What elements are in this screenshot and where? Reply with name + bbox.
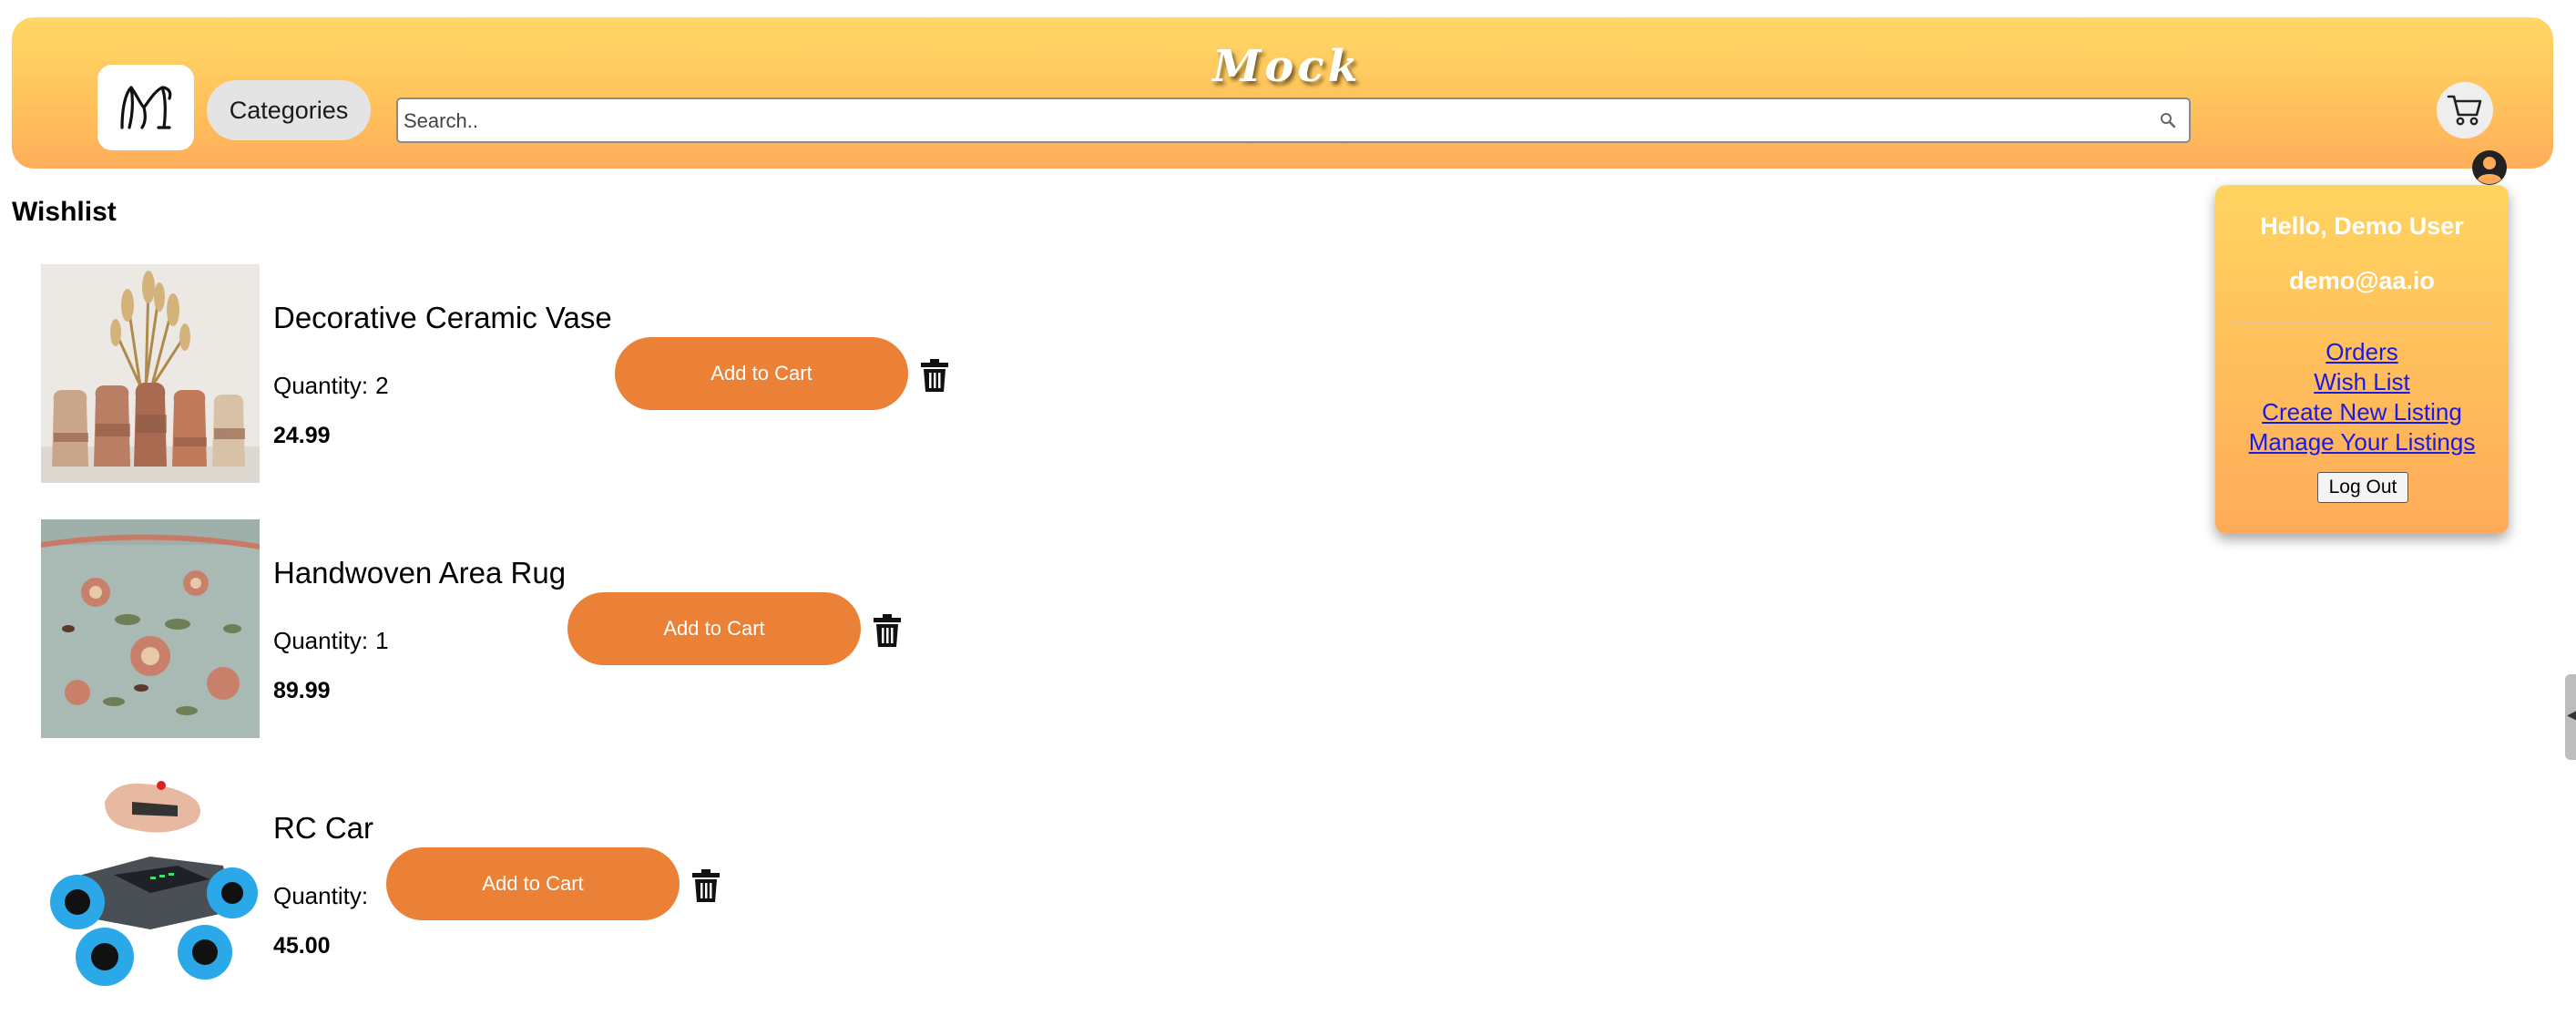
side-panel-handle[interactable]: ◀ xyxy=(2565,674,2576,760)
item-price: 24.99 xyxy=(273,423,331,448)
quantity-value: 2 xyxy=(375,372,389,399)
cart-button[interactable] xyxy=(2437,82,2493,139)
trash-icon[interactable] xyxy=(873,614,902,647)
trash-icon[interactable] xyxy=(691,869,721,902)
wishlist-item: Handwoven Area Rug Quantity: 1 89.99 Add … xyxy=(0,519,1275,738)
trash-icon[interactable] xyxy=(920,359,949,392)
search-icon[interactable] xyxy=(2160,112,2176,128)
wish-list-link[interactable]: Wish List xyxy=(2215,368,2509,396)
categories-button[interactable]: Categories xyxy=(207,80,371,140)
item-quantity: Quantity: xyxy=(273,882,375,910)
add-to-cart-button[interactable]: Add to Cart xyxy=(567,592,861,665)
manage-your-listings-link[interactable]: Manage Your Listings xyxy=(2215,428,2509,457)
menu-divider xyxy=(2232,323,2492,324)
user-circle-icon[interactable] xyxy=(2471,149,2508,186)
add-to-cart-button[interactable]: Add to Cart xyxy=(615,337,908,410)
item-name[interactable]: Handwoven Area Rug xyxy=(273,556,566,590)
create-new-listing-link[interactable]: Create New Listing xyxy=(2215,398,2509,426)
item-quantity: Quantity: 1 xyxy=(273,627,389,655)
site-header: Mock Make Categories xyxy=(12,17,2553,185)
orders-link[interactable]: Orders xyxy=(2215,338,2509,366)
quantity-label: Quantity: xyxy=(273,372,369,399)
chevron-left-icon: ◀ xyxy=(2567,708,2576,723)
item-name[interactable]: Decorative Ceramic Vase xyxy=(273,301,612,335)
add-to-cart-button[interactable]: Add to Cart xyxy=(386,847,680,920)
user-menu-dropdown: Hello, Demo User demo@aa.io Orders Wish … xyxy=(2215,185,2509,534)
item-price: 45.00 xyxy=(273,933,331,959)
search-bar xyxy=(396,97,2191,143)
user-greeting: Hello, Demo User xyxy=(2260,212,2464,240)
item-quantity: Quantity: 2 xyxy=(273,372,389,400)
quantity-label: Quantity: xyxy=(273,627,369,654)
log-out-button[interactable]: Log Out xyxy=(2317,472,2408,503)
page-title: Wishlist xyxy=(12,197,117,227)
search-input[interactable] xyxy=(402,103,2136,139)
area-rug-photo[interactable] xyxy=(41,519,260,738)
user-email: demo@aa.io xyxy=(2289,267,2435,294)
rc-car-photo[interactable] xyxy=(41,775,260,993)
wishlist-item: Decorative Ceramic Vase Quantity: 2 24.99… xyxy=(0,264,1275,483)
cart-icon xyxy=(2447,95,2482,126)
home-logo-button[interactable] xyxy=(97,65,194,150)
item-name[interactable]: RC Car xyxy=(273,811,373,846)
mock-make-logo-icon xyxy=(120,86,172,129)
quantity-value: 1 xyxy=(375,627,389,654)
quantity-label: Quantity: xyxy=(273,882,369,909)
item-price: 89.99 xyxy=(273,678,331,703)
wishlist-item: RC Car Quantity: 45.00 Add to Cart xyxy=(0,775,1275,993)
ceramic-vases-photo[interactable] xyxy=(41,264,260,483)
